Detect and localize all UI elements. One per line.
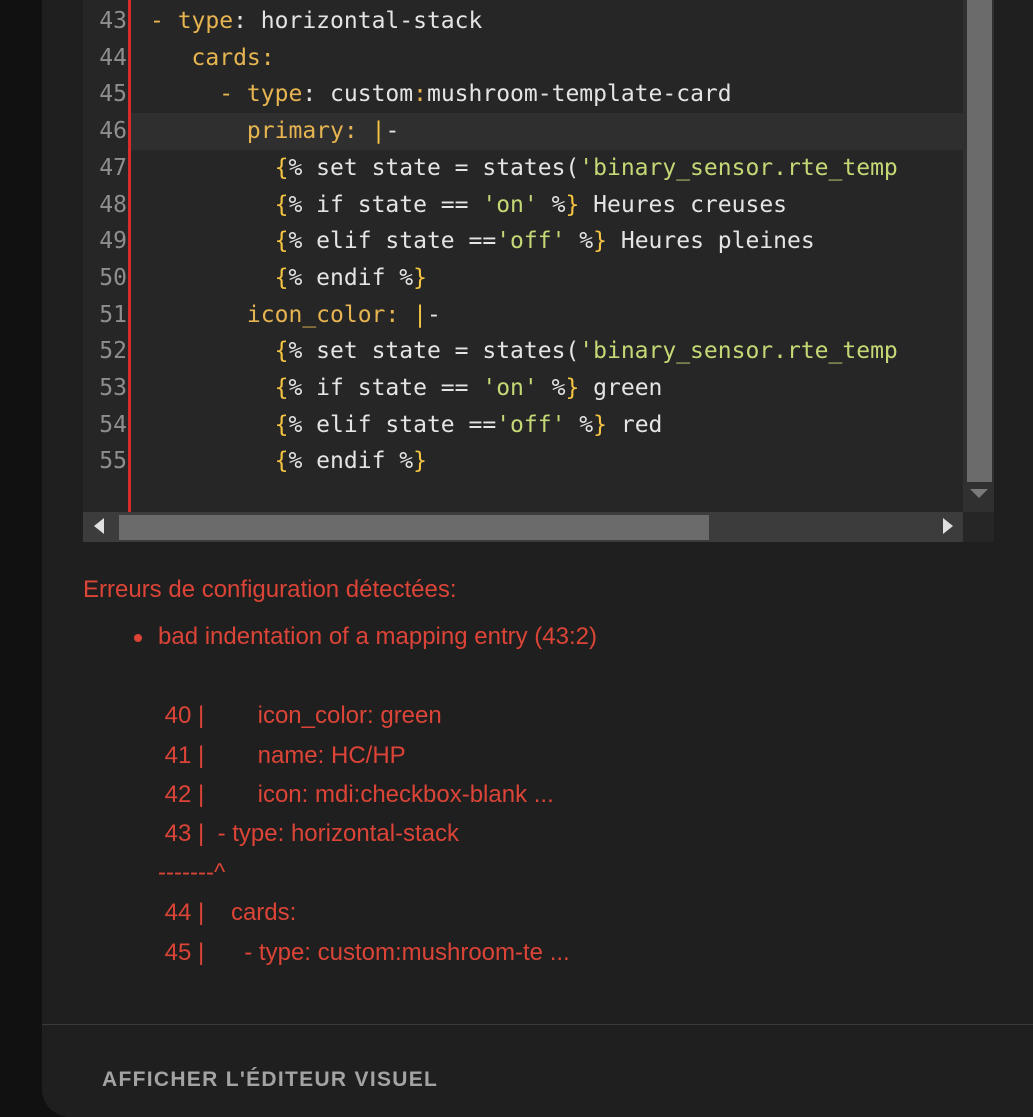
footer-divider — [42, 1024, 1033, 1025]
code-text: {% if state == 'on' %} green — [150, 370, 663, 407]
line-number: 50 — [99, 264, 127, 291]
code-token: 'binary_sensor.rte_temp — [579, 154, 898, 181]
code-token: % elif state == — [288, 411, 497, 438]
code-text: icon_color: |- — [150, 297, 441, 334]
vertical-scrollbar-thumb[interactable] — [967, 0, 992, 482]
code-token: % — [537, 375, 566, 401]
code-text: {% set state = states('binary_sensor.rte… — [150, 333, 898, 370]
line-number: 52 — [99, 338, 127, 365]
code-token: | — [413, 301, 427, 328]
code-token: | — [371, 118, 386, 145]
code-text: {% endif %} — [150, 260, 427, 297]
code-token: % elif state == — [288, 228, 497, 255]
show-visual-editor-button[interactable]: AFFICHER L'ÉDITEUR VISUEL — [102, 1068, 438, 1092]
code-token: % set state = states( — [288, 338, 580, 365]
code-token: % endif % — [288, 264, 414, 291]
code-token: - type — [150, 81, 303, 108]
code-token: 'off' — [496, 411, 566, 438]
line-number: 45 — [99, 81, 127, 108]
error-snippet-line: 40 | icon_color: green — [158, 702, 442, 729]
code-text: {% elif state =='off' %} red — [150, 407, 663, 444]
code-token: cards — [150, 44, 261, 71]
code-token: } — [593, 228, 608, 255]
line-number: 55 — [99, 448, 127, 475]
code-token: } — [413, 264, 427, 291]
code-token: % endif % — [288, 448, 414, 475]
code-text: cards: — [150, 40, 275, 77]
code-token: - — [385, 118, 400, 145]
error-snippet-line: 42 | icon: mdi:checkbox-blank ... — [158, 781, 554, 808]
line-number: 51 — [99, 301, 127, 328]
code-token: 'on' — [482, 375, 538, 401]
code-token: 'off' — [496, 228, 566, 255]
yaml-code-editor[interactable]: 43- type: horizontal-stack 44 cards: 45 - … — [83, 0, 994, 542]
code-token: } — [593, 411, 608, 438]
code-token: { — [150, 154, 289, 181]
code-token: primary — [150, 118, 344, 145]
code-text: primary: |- — [150, 113, 399, 150]
error-snippet-caret: -------^ — [158, 859, 226, 886]
code-token: { — [150, 264, 289, 291]
line-number: 44 — [99, 44, 127, 71]
code-token: type — [177, 8, 234, 34]
line-number: 47 — [99, 154, 127, 181]
code-token: 'binary_sensor.rte_temp — [579, 338, 898, 365]
code-token: } — [565, 375, 580, 401]
scroll-right-arrow-icon[interactable] — [943, 518, 953, 534]
scrollbar-corner — [963, 512, 994, 542]
code-token: % set state = states( — [288, 154, 580, 181]
code-token: Heures creuses — [579, 191, 788, 218]
code-token: % if state == — [288, 191, 483, 218]
error-gutter-marker — [128, 0, 131, 512]
code-token: { — [150, 411, 289, 438]
error-snippet-line: 43 | - type: horizontal-stack — [158, 820, 460, 847]
line-number: 48 — [99, 191, 127, 218]
code-token: : — [385, 301, 414, 328]
error-snippet-line: 44 | cards: — [158, 899, 297, 926]
code-text: {% elif state =='off' %} Heures pleines — [150, 223, 815, 260]
error-snippet-line: 41 | name: HC/HP — [158, 742, 406, 769]
config-error-title: Erreurs de configuration détectées: — [83, 576, 457, 603]
code-token: : custom — [302, 81, 414, 108]
error-snippet-line: 45 | - type: custom:mushroom-te ... — [158, 939, 570, 966]
code-token: % — [537, 191, 566, 218]
code-token: { — [150, 191, 289, 218]
code-token: mushroom-template-card — [426, 81, 732, 108]
code-token: { — [150, 448, 289, 475]
code-token: 'on' — [482, 191, 538, 218]
code-token: % — [565, 411, 594, 438]
line-number: 49 — [99, 228, 127, 255]
code-token: % — [565, 228, 594, 255]
code-text: - type: custom:mushroom-template-card — [150, 76, 732, 113]
code-text: {% set state = states('binary_sensor.rte… — [150, 150, 898, 187]
horizontal-scrollbar-thumb[interactable] — [119, 515, 709, 540]
config-error-message: bad indentation of a mapping entry (43:2… — [158, 623, 597, 650]
code-token: : — [343, 118, 372, 145]
code-token: { — [150, 228, 289, 255]
code-token: % if state == — [288, 375, 483, 401]
code-token: icon_color — [150, 301, 386, 328]
code-text: {% endif %} — [150, 443, 427, 480]
line-number: 43 — [99, 8, 127, 34]
code-token: : — [413, 81, 427, 108]
code-token: - — [150, 8, 178, 34]
code-token: Heures pleines — [607, 228, 815, 255]
code-token: green — [579, 375, 663, 401]
line-number: 53 — [99, 375, 127, 401]
code-token: { — [150, 338, 289, 365]
code-text: {% if state == 'on' %} Heures creuses — [150, 187, 787, 224]
code-token: : horizontal-stack — [233, 8, 483, 34]
line-number: 54 — [99, 411, 127, 438]
code-token: { — [150, 375, 289, 401]
scroll-left-arrow-icon[interactable] — [94, 518, 104, 534]
code-token: } — [413, 448, 427, 475]
code-token: } — [565, 191, 580, 218]
scroll-down-arrow-icon[interactable] — [970, 489, 988, 498]
error-bullet-icon — [134, 634, 142, 642]
code-token: red — [607, 411, 663, 438]
line-number: 46 — [99, 118, 127, 145]
code-token: - — [426, 301, 441, 328]
code-token: : — [260, 44, 275, 71]
code-text: - type: horizontal-stack — [150, 3, 482, 40]
